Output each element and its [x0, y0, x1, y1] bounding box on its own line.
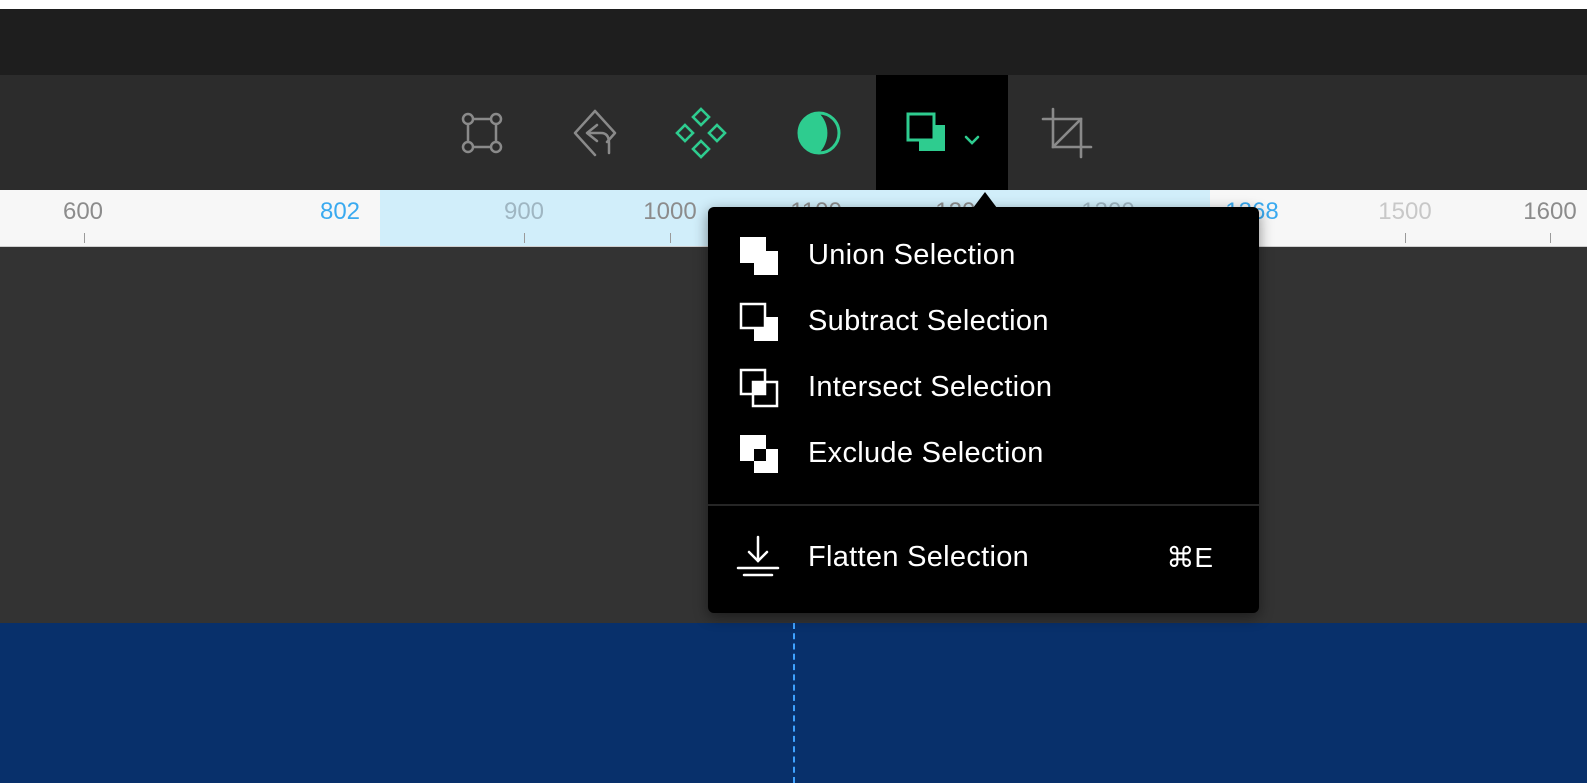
union-selection-item[interactable]: Union Selection	[708, 222, 1259, 288]
detach-tool-button[interactable]	[550, 75, 640, 190]
flatten-selection-icon	[736, 535, 780, 577]
mask-tool-button[interactable]	[774, 75, 864, 190]
ruler-label: 1600	[1523, 198, 1577, 225]
detach-arrow-icon	[573, 109, 617, 156]
menu-item-label: Subtract Selection	[808, 304, 1049, 337]
ruler-label: 900	[503, 198, 545, 225]
ruler-label: 1000	[643, 198, 697, 225]
ruler-tick	[670, 233, 671, 243]
vertical-guide-line[interactable]	[793, 623, 795, 783]
subtract-selection-icon	[739, 302, 778, 341]
boolean-operations-menu: Union Selection Subtract Selection Inter…	[708, 207, 1259, 613]
boolean-subtract-icon	[906, 112, 945, 151]
intersect-selection-icon	[739, 368, 779, 408]
ruler-tick	[1550, 233, 1551, 243]
component-diamond-icon	[675, 106, 727, 159]
crop-tool-button[interactable]	[1022, 75, 1112, 190]
union-selection-icon	[740, 237, 778, 275]
keyboard-shortcut: ⌘E	[1166, 541, 1213, 573]
bounding-box-icon	[461, 112, 503, 153]
ruler-label: 1500	[1378, 198, 1432, 225]
top-edge	[0, 0, 1587, 9]
boolean-operations-tool-button[interactable]	[876, 75, 1008, 190]
menu-item-label: Intersect Selection	[808, 370, 1053, 403]
menu-item-label: Union Selection	[808, 238, 1016, 271]
menu-divider	[708, 504, 1259, 506]
menu-caret	[973, 192, 997, 208]
menu-item-label: Exclude Selection	[808, 436, 1044, 469]
intersect-selection-item[interactable]: Intersect Selection	[708, 354, 1259, 420]
flatten-selection-item[interactable]: Flatten Selection ⌘E	[708, 524, 1259, 590]
toolbar	[0, 75, 1587, 190]
top-bar	[0, 0, 1587, 75]
component-tool-button[interactable]	[656, 75, 746, 190]
exclude-selection-icon	[740, 435, 778, 473]
crop-icon	[1041, 107, 1093, 158]
ruler-tick	[84, 233, 85, 243]
menu-item-label: Flatten Selection	[808, 540, 1030, 573]
ruler-tick	[524, 233, 525, 243]
exclude-selection-item[interactable]: Exclude Selection	[708, 420, 1259, 486]
mask-half-circle-icon	[797, 111, 841, 154]
transform-tool-button[interactable]	[437, 75, 527, 190]
ruler-label: 600	[62, 198, 104, 225]
chevron-down-icon	[964, 135, 980, 145]
ruler-tick	[1405, 233, 1406, 243]
ruler-label: 802	[319, 198, 361, 225]
subtract-selection-item[interactable]: Subtract Selection	[708, 288, 1259, 354]
